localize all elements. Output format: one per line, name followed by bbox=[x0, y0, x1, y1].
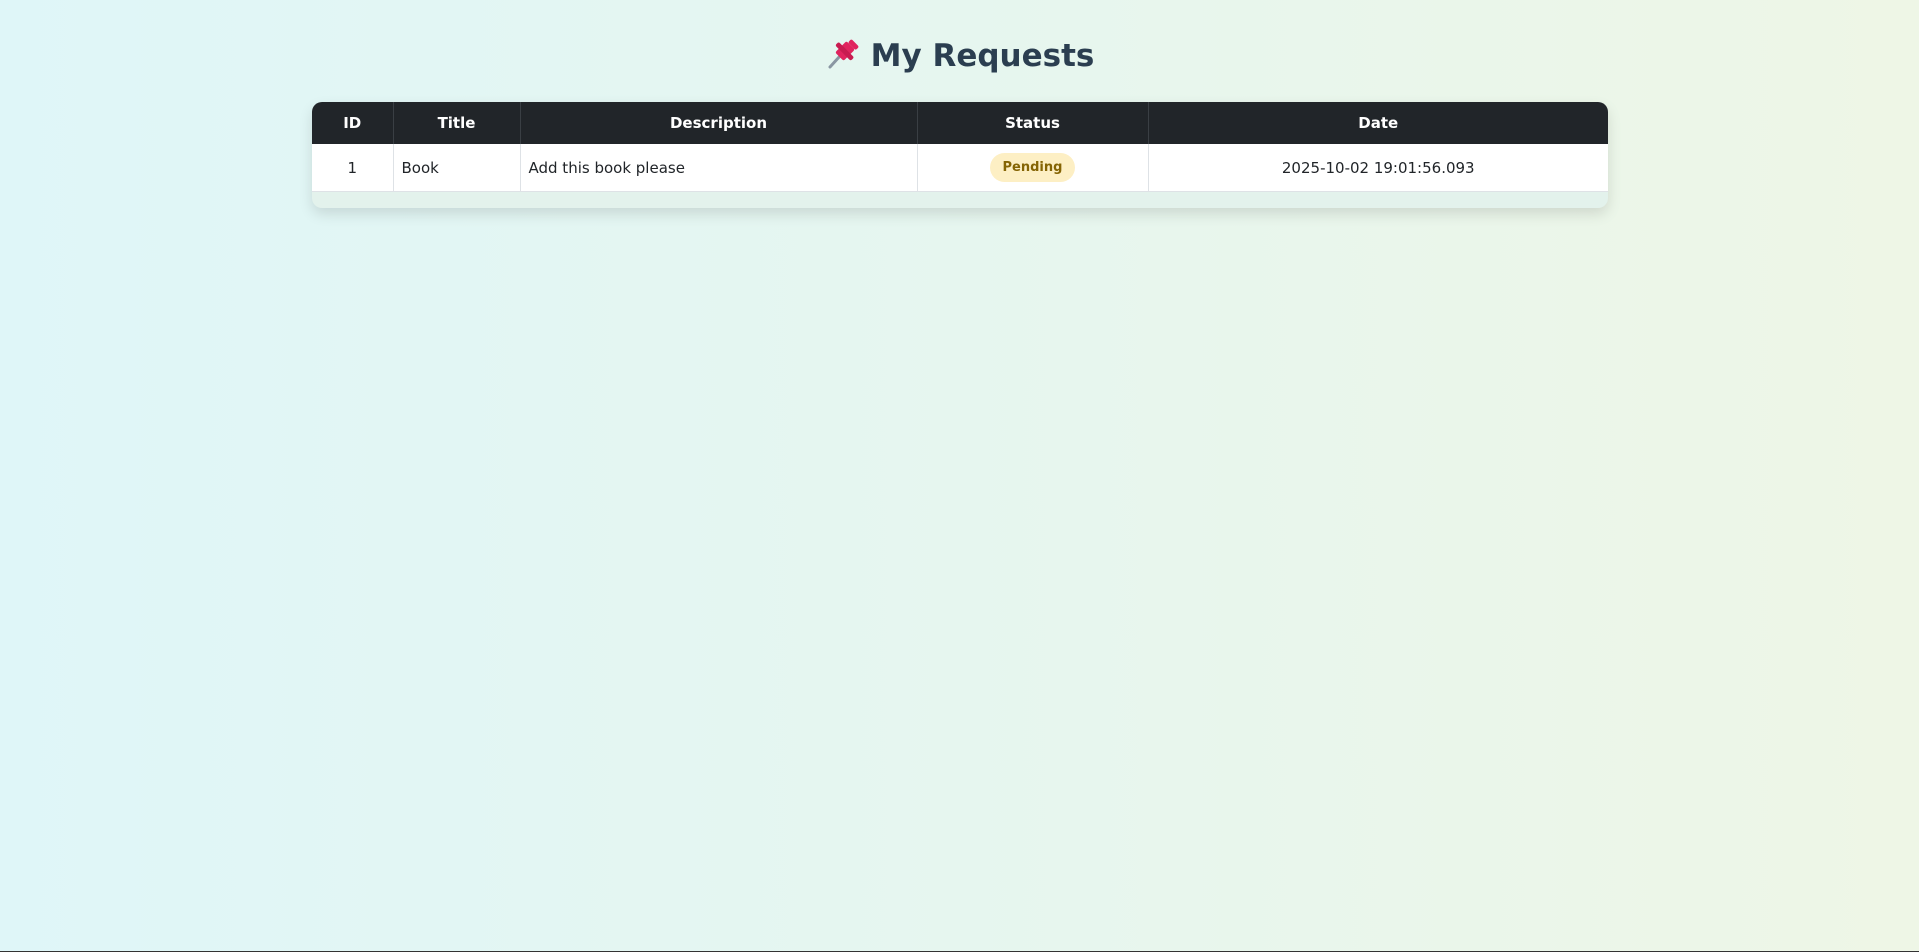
cell-title: Book bbox=[393, 144, 521, 192]
column-header-status: Status bbox=[917, 102, 1149, 144]
cell-status: Pending bbox=[917, 144, 1149, 192]
pushpin-icon bbox=[825, 36, 859, 70]
column-header-title: Title bbox=[393, 102, 521, 144]
cell-id: 1 bbox=[312, 144, 394, 192]
page-title: My Requests bbox=[0, 34, 1919, 78]
table-header: ID Title Description Status Date bbox=[312, 102, 1608, 144]
page-title-text: My Requests bbox=[870, 38, 1095, 74]
requests-table-container: ID Title Description Status Date 1 Book … bbox=[312, 102, 1608, 208]
status-badge: Pending bbox=[989, 153, 1076, 182]
cell-description: Add this book please bbox=[520, 144, 918, 192]
column-header-date: Date bbox=[1148, 102, 1608, 144]
cell-date: 2025-10-02 19:01:56.093 bbox=[1148, 144, 1608, 192]
requests-table: ID Title Description Status Date 1 Book … bbox=[312, 102, 1608, 192]
column-header-id: ID bbox=[312, 102, 394, 144]
table-row: 1 Book Add this book please Pending 2025… bbox=[312, 144, 1608, 192]
column-header-description: Description bbox=[520, 102, 918, 144]
